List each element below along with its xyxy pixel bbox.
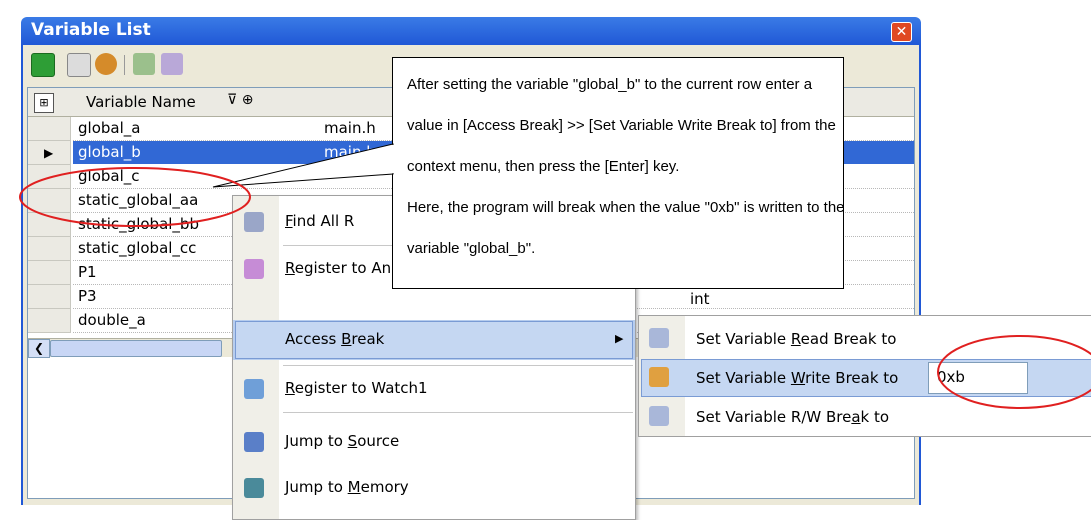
current-row-arrow-icon: ▶ [44,146,54,160]
row-selector[interactable] [28,213,71,237]
variable-name: P3 [78,287,97,305]
label-post: k to [860,408,890,426]
variable-file: main.h [324,143,376,161]
variable-name: double_a [78,311,146,329]
toolbar-separator [124,55,125,75]
label-accel: M [347,478,361,496]
type-cell-int: int [690,290,710,308]
label-accel: S [347,432,358,450]
variable-name: static_global_bb [78,215,199,233]
find-icon [244,212,264,232]
column-header-variable-name[interactable]: Variable Name [86,93,196,111]
label-post: ource [357,432,400,450]
row-selector[interactable] [28,285,71,309]
encoding-icon[interactable] [161,53,183,75]
label-pre: Set Variable [696,369,791,387]
label-pre: Set Variable [696,330,791,348]
select-all-icon[interactable]: ⊞ [34,93,54,113]
callout-line: variable "global_b". [407,240,536,257]
menu-separator [283,365,633,366]
label-accel: R [285,259,295,277]
chart-icon [244,259,264,279]
row-selector[interactable] [28,117,71,141]
scroll-left-icon[interactable]: ❮ [28,339,50,358]
variable-file: main.h [324,119,376,137]
label-post: emory [360,478,409,496]
submenu-item-label: Set Variable Write Break to [696,369,898,387]
window-title: Variable List [31,20,151,40]
label-accel: R [285,379,295,397]
callout-line: value in [Access Break] >> [Set Variable… [407,117,836,134]
variable-name: global_a [78,119,141,137]
display-format-icon[interactable] [133,53,155,75]
write-break-value-input[interactable]: 0xb [928,362,1028,394]
watch-icon [244,379,264,399]
submenu-item-label: Set Variable R/W Break to [696,408,889,426]
menu-item-jump-memory[interactable]: Jump to Memory [233,468,635,508]
label-post: egister to Watch1 [294,379,428,397]
menu-item-label: Jump to Source [285,432,399,450]
label-pre: Access [285,330,342,348]
close-icon[interactable]: ✕ [891,22,912,42]
access-break-submenu: Set Variable Read Break to Set Variable … [638,315,1091,437]
row-selector[interactable]: ▶ [28,141,71,165]
palette-icon[interactable] [95,53,117,75]
write-break-icon [649,367,669,387]
label-post: rite Break to [805,369,899,387]
menu-item-register-watch[interactable]: Register to Watch1 [233,369,635,409]
variable-name: static_global_cc [78,239,197,257]
label-pre: Jump to [285,432,348,450]
submenu-item-read-break[interactable]: Set Variable Read Break to [639,319,1091,359]
submenu-item-write-break[interactable]: Set Variable Write Break to 0xb [639,358,1091,398]
row-selector[interactable] [28,309,71,333]
label-accel: R [790,330,801,348]
label-post: reak [351,330,385,348]
submenu-item-label: Set Variable Read Break to [696,330,896,348]
submenu-item-rw-break[interactable]: Set Variable R/W Break to [639,397,1091,437]
menu-separator [283,412,633,413]
row-selector[interactable] [28,189,71,213]
callout-box: After setting the variable "global_b" to… [392,57,845,289]
scroll-thumb[interactable] [50,340,222,357]
submenu-arrow-icon: ▶ [615,332,624,345]
menu-item-label: Register to Watch1 [285,379,428,397]
memory-icon [244,478,264,498]
label-accel: a [851,408,861,426]
title-bar: Variable List ✕ [21,17,921,45]
read-break-icon [649,328,669,348]
label-post: ind All R [292,212,355,230]
row-selector[interactable] [28,237,71,261]
label-accel: F [285,212,293,230]
variable-name: static_global_aa [78,191,199,209]
callout-line: Here, the program will break when the va… [407,199,845,216]
variable-name: global_c [78,167,140,185]
pin-icon[interactable] [67,53,91,77]
row-selector[interactable] [28,165,71,189]
menu-item-label: Access Break [285,330,384,348]
menu-item-label: Find All R [285,212,354,230]
filter-icon[interactable]: ⊽ ⊕ [227,92,253,108]
variable-name: P1 [78,263,97,281]
label-accel: W [790,369,806,387]
variable-name: global_b [78,143,141,161]
menu-item-jump-source[interactable]: Jump to Source [233,422,635,462]
label-accel: B [341,330,352,348]
write-break-value: 0xb [937,368,965,386]
label-pre: Set Variable R/W Bre [696,408,852,426]
source-icon [244,432,264,452]
label-post: ead Break to [800,330,897,348]
callout-line: context menu, then press the [Enter] key… [407,158,680,175]
label-pre: Jump to [285,478,348,496]
callout-line: After setting the variable "global_b" to… [407,76,813,93]
menu-item-access-break[interactable]: Access Break ▶ [233,320,635,360]
menu-item-label: Jump to Memory [285,478,409,496]
rw-break-icon [649,406,669,426]
refresh-icon[interactable] [31,53,55,77]
row-selector[interactable] [28,261,71,285]
